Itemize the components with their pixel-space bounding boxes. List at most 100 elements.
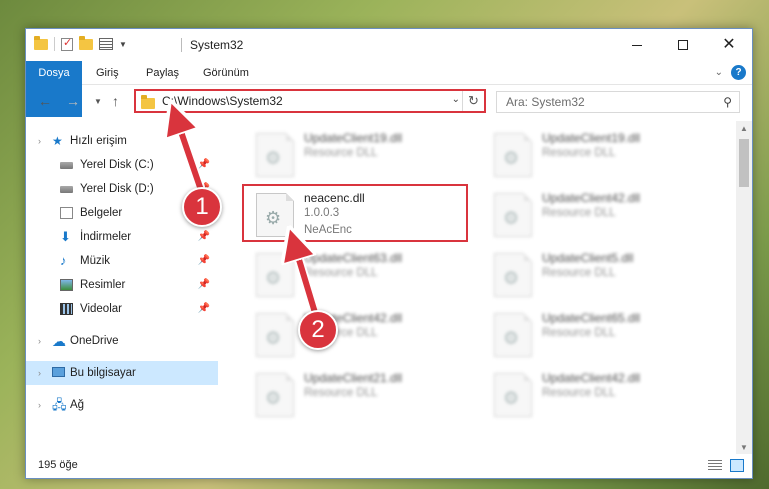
help-icon[interactable]: ? xyxy=(731,65,746,80)
large-icons-view-icon[interactable] xyxy=(730,459,744,472)
pin-icon[interactable]: 📌 xyxy=(198,249,210,273)
file-item[interactable]: ⚙ UpdateClient42.dll Resource DLL xyxy=(486,369,711,425)
star-icon: ★ xyxy=(52,134,63,148)
file-description: Resource DLL xyxy=(542,267,616,279)
scrollbar-thumb[interactable] xyxy=(739,139,749,187)
file-description: Resource DLL xyxy=(542,387,616,399)
dll-file-icon: ⚙ xyxy=(494,193,532,237)
sidebar-item-this-pc[interactable]: › Bu bilgisayar xyxy=(26,361,218,385)
address-bar[interactable]: C:\Windows\System32 ⌄ ↻ xyxy=(134,89,486,113)
pictures-icon xyxy=(60,279,73,291)
documents-icon xyxy=(60,207,73,219)
file-item[interactable]: ⚙ UpdateClient21.dll Resource DLL xyxy=(248,369,473,425)
expand-chevron-icon[interactable]: › xyxy=(38,361,41,385)
address-dropdown-chevron-icon[interactable]: ⌄ xyxy=(452,94,460,105)
expand-chevron-icon[interactable]: › xyxy=(38,129,41,153)
minimize-icon xyxy=(632,44,642,46)
sidebar-item-videos[interactable]: Videolar 📌 xyxy=(26,297,218,321)
status-bar: 195 öğe xyxy=(26,454,752,478)
details-view-icon[interactable] xyxy=(708,460,722,471)
callout-badge-1: 1 xyxy=(182,187,222,227)
close-button[interactable]: ✕ xyxy=(706,29,752,61)
file-description: Resource DLL xyxy=(304,147,378,159)
close-icon: ✕ xyxy=(722,36,736,53)
customize-toolbar-caret-icon[interactable]: ▼ xyxy=(119,40,127,49)
sidebar-item-label: Bu bilgisayar xyxy=(70,367,136,379)
sidebar-item-label: OneDrive xyxy=(70,335,119,347)
sidebar-item-pictures[interactable]: Resimler 📌 xyxy=(26,273,218,297)
recent-locations-chevron-icon[interactable]: ▼ xyxy=(94,97,102,106)
expand-ribbon-chevron-icon[interactable]: ⌄ xyxy=(715,67,723,78)
file-item[interactable]: ⚙ UpdateClient63.dll Resource DLL xyxy=(248,249,473,305)
file-item[interactable]: ⚙ UpdateClient5.dll Resource DLL xyxy=(486,249,711,305)
pin-icon[interactable]: 📌 xyxy=(198,297,210,321)
sidebar-item-downloads[interactable]: ⬇ İndirmeler 📌 xyxy=(26,225,218,249)
search-placeholder: Ara: System32 xyxy=(506,95,585,109)
cloud-icon: ☁ xyxy=(52,333,66,349)
expand-chevron-icon[interactable]: › xyxy=(38,393,41,417)
maximize-button[interactable] xyxy=(660,29,706,61)
file-description: Resource DLL xyxy=(542,207,616,219)
toolbar-divider xyxy=(54,37,55,51)
file-item[interactable]: ⚙ UpdateClient42.dll Resource DLL xyxy=(486,189,711,245)
file-item[interactable]: ⚙ UpdateClient65.dll Resource DLL xyxy=(486,309,711,365)
refresh-icon[interactable]: ↻ xyxy=(462,91,484,111)
pin-icon[interactable]: 📌 xyxy=(198,273,210,297)
sidebar-item-music[interactable]: ♪ Müzik 📌 xyxy=(26,249,218,273)
gear-icon: ⚙ xyxy=(265,328,282,348)
pin-icon[interactable]: 📌 xyxy=(198,153,210,177)
tab-home[interactable]: Giriş xyxy=(86,61,129,85)
forward-arrow-icon[interactable]: → xyxy=(66,93,80,109)
file-item[interactable]: ⚙ UpdateClient19.dll Resource DLL xyxy=(486,129,711,185)
search-icon[interactable]: ⚲ xyxy=(723,95,732,109)
search-input[interactable]: Ara: System32 ⚲ xyxy=(496,91,740,113)
dll-file-icon: ⚙ xyxy=(494,313,532,357)
sidebar-item-quick-access[interactable]: › ★ Hızlı erişim xyxy=(26,129,218,153)
disk-icon xyxy=(60,186,73,193)
back-arrow-icon[interactable]: ← xyxy=(38,93,52,109)
gear-icon: ⚙ xyxy=(265,148,282,168)
minimize-button[interactable] xyxy=(614,29,660,61)
file-item[interactable]: ⚙ UpdateClient19.dll Resource DLL xyxy=(248,129,473,185)
scroll-up-arrow-icon[interactable]: ▲ xyxy=(736,121,752,137)
tab-view[interactable]: Görünüm xyxy=(193,61,259,85)
sidebar-item-local-disk-c[interactable]: Yerel Disk (C:) 📌 xyxy=(26,153,218,177)
file-name: UpdateClient19.dll xyxy=(304,131,403,145)
sidebar-item-network[interactable]: › 🖧 Ağ xyxy=(26,393,218,417)
properties-check-icon[interactable] xyxy=(61,36,73,51)
file-name: UpdateClient65.dll xyxy=(542,311,641,325)
new-folder-icon[interactable] xyxy=(79,35,93,50)
tab-share[interactable]: Paylaş xyxy=(136,61,189,85)
sidebar-item-onedrive[interactable]: › ☁ OneDrive xyxy=(26,329,218,353)
file-description: Resource DLL xyxy=(542,147,616,159)
gear-icon: ⚙ xyxy=(265,268,282,288)
navigation-pane: › ★ Hızlı erişim Yerel Disk (C:) 📌 Yerel… xyxy=(26,121,218,456)
address-folder-icon xyxy=(141,95,155,109)
dll-file-icon: ⚙ xyxy=(494,133,532,177)
sidebar-item-label: Hızlı erişim xyxy=(70,135,127,147)
title-bar: ▼ System32 ✕ xyxy=(26,29,752,61)
sidebar-item-label: Yerel Disk (C:) xyxy=(80,159,154,171)
dll-file-icon: ⚙ xyxy=(256,133,294,177)
item-count: 195 öğe xyxy=(38,459,78,471)
sidebar-item-label: Resimler xyxy=(80,279,126,291)
dll-file-icon: ⚙ xyxy=(256,373,294,417)
vertical-scrollbar[interactable]: ▲ ▼ xyxy=(736,121,752,456)
pin-icon[interactable]: 📌 xyxy=(198,225,210,249)
navigation-bar: ← → ▼ ↑ C:\Windows\System32 ⌄ ↻ Ara: Sys… xyxy=(26,86,752,116)
sidebar-item-label: Müzik xyxy=(80,255,111,267)
up-arrow-icon[interactable]: ↑ xyxy=(112,93,119,109)
file-name: UpdateClient63.dll xyxy=(304,251,403,265)
file-name: UpdateClient21.dll xyxy=(304,371,403,385)
file-explorer-window: ▼ System32 ✕ Dosya Giriş Paylaş Görünüm … xyxy=(25,28,753,479)
videos-icon xyxy=(60,303,73,315)
file-name: UpdateClient42.dll xyxy=(542,191,641,205)
expand-chevron-icon[interactable]: › xyxy=(38,329,41,353)
file-item[interactable]: ⚙ UpdateClient42.dll Resource DLL xyxy=(248,309,473,365)
window-title: System32 xyxy=(190,38,244,52)
file-name: UpdateClient42.dll xyxy=(542,371,641,385)
address-path[interactable]: C:\Windows\System32 xyxy=(162,94,283,108)
file-description: Resource DLL xyxy=(542,327,616,339)
rename-icon[interactable] xyxy=(99,38,113,50)
gear-icon: ⚙ xyxy=(503,208,520,228)
